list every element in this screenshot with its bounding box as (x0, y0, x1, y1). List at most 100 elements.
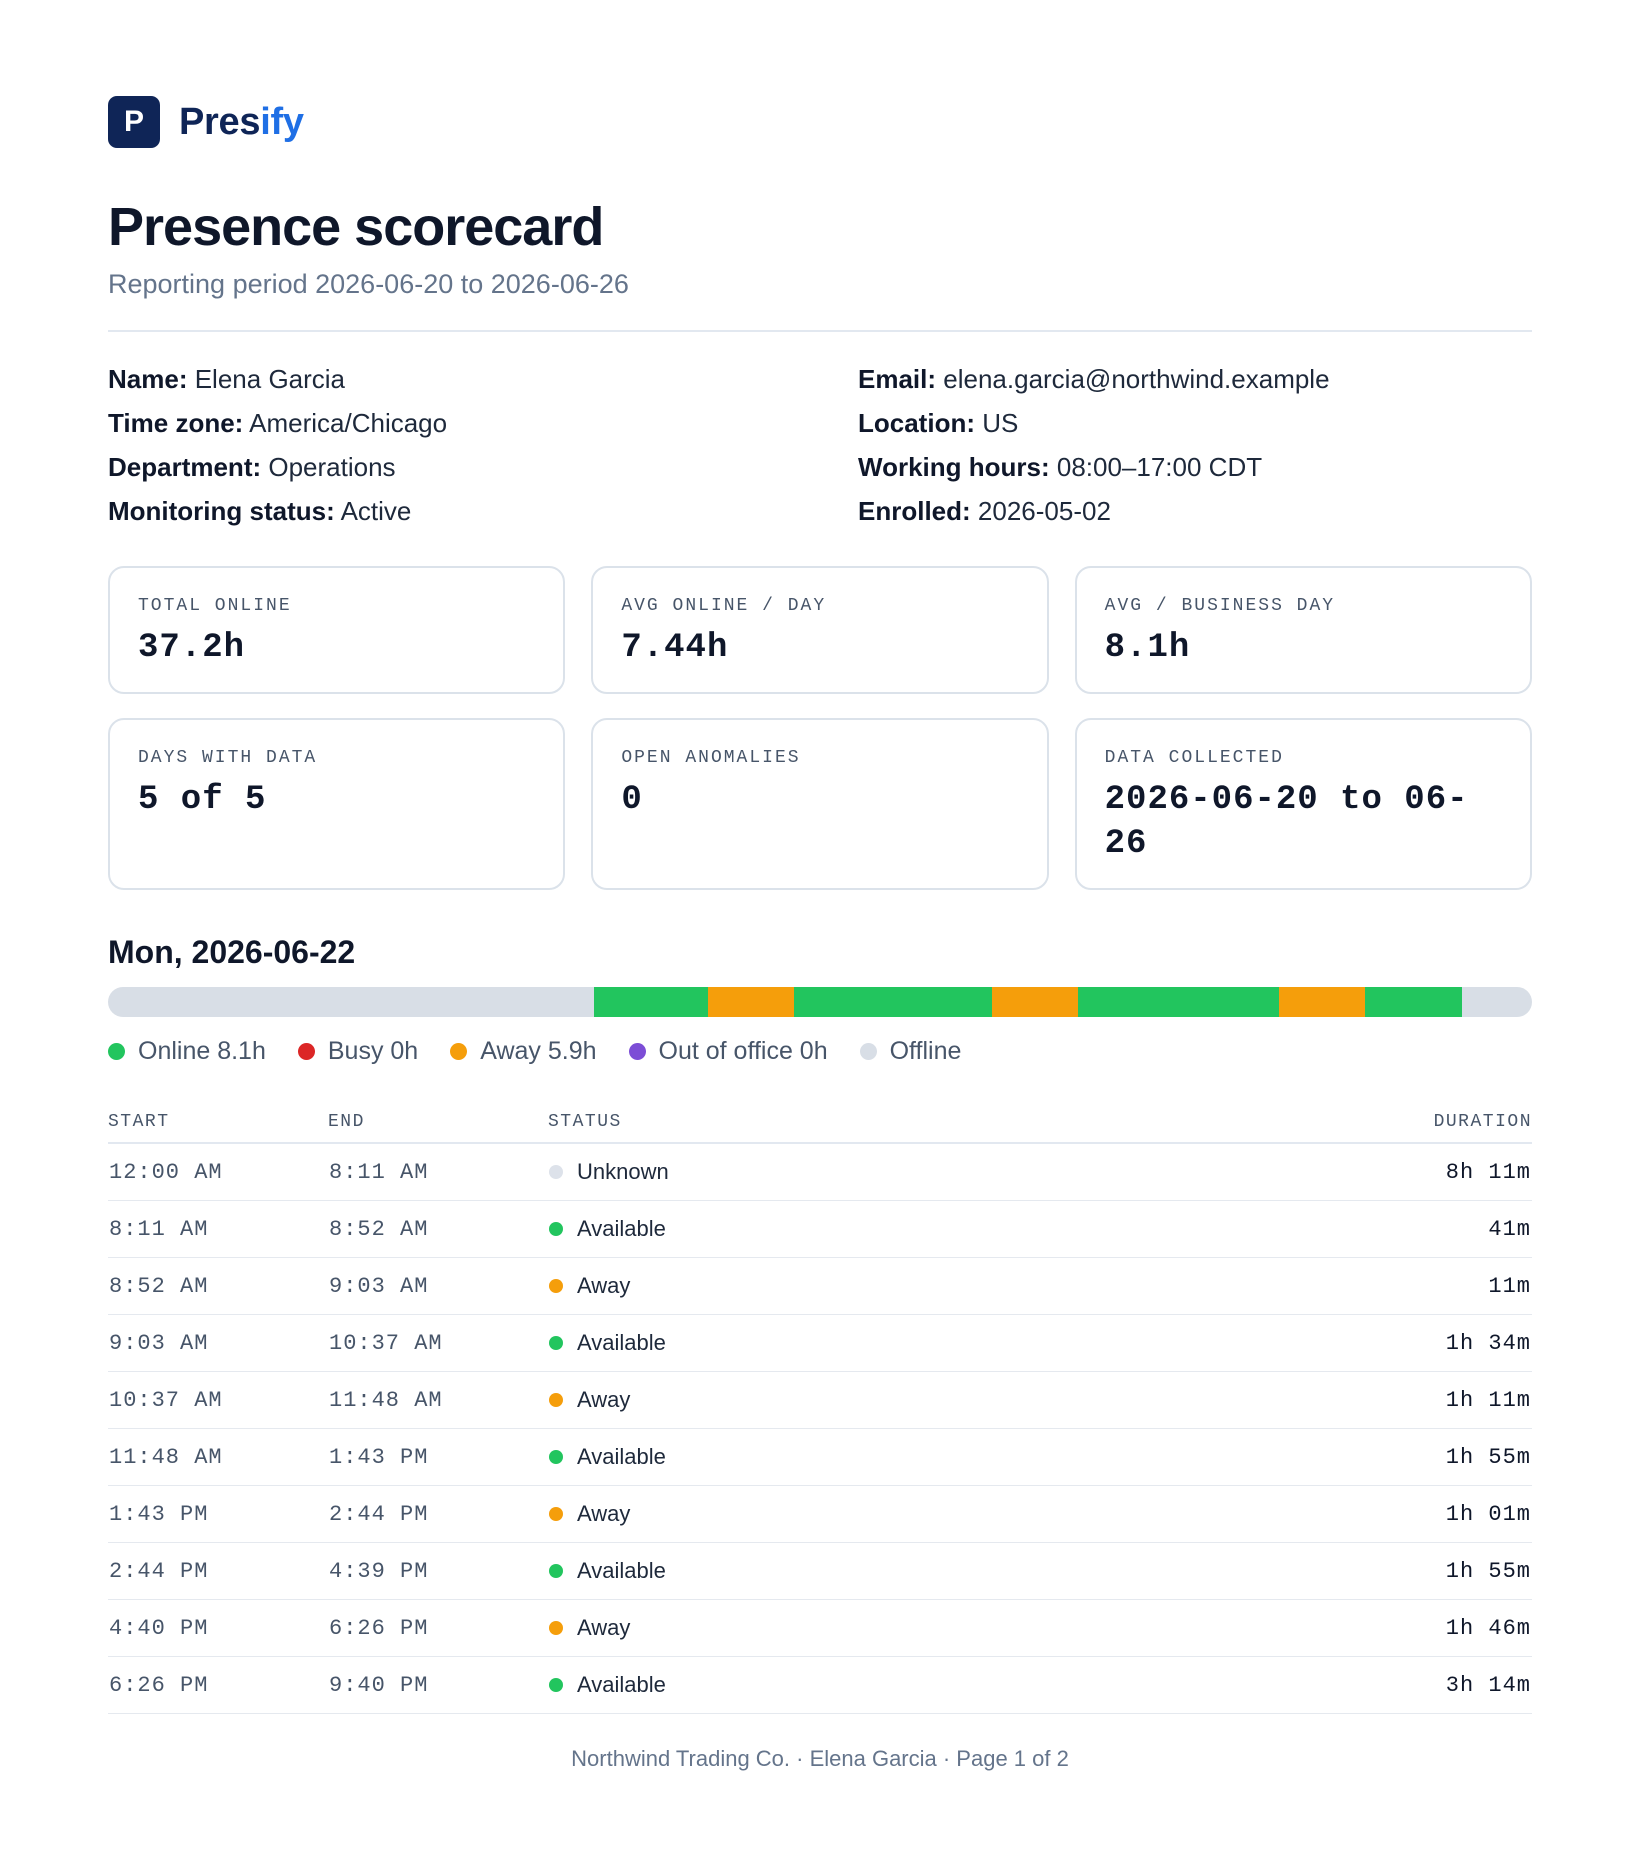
cell-end: 10:37 AM (328, 1314, 548, 1373)
legend-item: Offline (859, 1037, 961, 1066)
info-value: US (982, 408, 1019, 439)
cell-end: 4:39 PM (328, 1542, 548, 1601)
metric-card-data-collected: DATA COLLECTED 2026-06-20 to 06-26 (1074, 718, 1532, 891)
metric-value: 2026-06-20 to 06-26 (1104, 781, 1469, 864)
cell-duration: 1h 55m (1332, 1542, 1532, 1601)
legend-dot-icon (108, 1043, 125, 1061)
table-row: 9:03 AM 10:37 AM Available 1h 34m (108, 1314, 1532, 1373)
status-label: Away (577, 1501, 631, 1527)
table-body: 12:00 AM 8:11 AM Unknown 8h 11m 8:11 AM 8:52 … (108, 1143, 1532, 1715)
info-value: 2026-05-02 (977, 496, 1111, 527)
metric-value: 7.44h (621, 629, 729, 668)
timeline-segment-available (593, 987, 709, 1018)
status-label: Unknown (577, 1159, 669, 1185)
table-row: 12:00 AM 8:11 AM Unknown 8h 11m (108, 1143, 1532, 1202)
cell-duration: 1h 11m (1332, 1371, 1532, 1430)
timeline-legend: Online 8.1h Busy 0h Away 5.9h Out of office… (108, 1037, 1532, 1066)
cell-status: Away (548, 1257, 1332, 1316)
cell-start: 2:44 PM (108, 1542, 328, 1601)
metric-cards: TOTAL ONLINE 37.2h AVG ONLINE / DAY 7.44… (108, 566, 1532, 891)
cell-end: 11:48 AM (328, 1371, 548, 1430)
info-value: America/Chicago (249, 408, 448, 439)
cell-end: 8:52 AM (328, 1200, 548, 1259)
metric-value: 5 of 5 (138, 781, 267, 820)
table-row: 1:43 PM 2:44 PM Away 1h 01m (108, 1485, 1532, 1544)
cell-status: Available (548, 1542, 1332, 1601)
cell-status: Available (548, 1200, 1332, 1259)
cell-start: 4:40 PM (108, 1599, 328, 1658)
info-label: Working hours: (858, 452, 1050, 483)
metric-value: 8.1h (1104, 629, 1191, 668)
timeline-segment-away (708, 987, 795, 1018)
status-dot-icon (549, 1563, 563, 1578)
legend-dot-icon (859, 1043, 877, 1061)
info-label: Email: (858, 364, 937, 395)
legend-label: Online 8.1h (138, 1037, 266, 1066)
cell-status: Away (548, 1371, 1332, 1430)
cell-duration: 41m (1332, 1200, 1532, 1259)
info-name: Name: Elena Garcia (108, 362, 858, 396)
metric-card-avg-business-day: AVG / BUSINESS DAY 8.1h (1074, 566, 1532, 695)
cell-status: Away (548, 1485, 1332, 1544)
info-value: elena.garcia@northwind.example (943, 364, 1330, 395)
page-footer: Northwind Trading Co. · Elena Garcia · P… (571, 1746, 1069, 1771)
info-label: Location: (858, 408, 975, 439)
status-dot-icon (549, 1164, 563, 1179)
table-row: 6:26 PM 9:40 PM Available 3h 14m (108, 1656, 1532, 1715)
table-row: 8:11 AM 8:52 AM Available 41m (108, 1200, 1532, 1259)
cell-end: 2:44 PM (328, 1485, 548, 1544)
info-timezone: Time zone: America/Chicago (108, 406, 858, 440)
status-label: Available (577, 1558, 666, 1584)
cell-start: 8:11 AM (108, 1200, 328, 1259)
cell-duration: 1h 55m (1332, 1428, 1532, 1487)
status-dot-icon (549, 1221, 563, 1236)
status-label: Available (577, 1672, 666, 1698)
metric-card-days-with-data: DAYS WITH DATA 5 of 5 (108, 718, 566, 891)
legend-item: Online 8.1h (108, 1037, 266, 1066)
info-value: Operations (268, 452, 396, 483)
legend-label: Out of office 0h (658, 1037, 828, 1066)
timeline-segment-available (1364, 987, 1462, 1018)
cell-start: 10:37 AM (108, 1371, 328, 1430)
status-dot-icon (549, 1335, 563, 1350)
column-header-status: STATUS (548, 1112, 1332, 1145)
info-label: Department: (108, 452, 262, 483)
status-label: Available (577, 1444, 666, 1470)
legend-dot-icon (297, 1043, 315, 1061)
info-label: Name: (108, 364, 188, 395)
cell-duration: 1h 34m (1332, 1314, 1532, 1373)
brand-name: Presify (179, 101, 304, 144)
cell-status: Available (548, 1314, 1332, 1373)
brand-name-start: Pres (179, 100, 261, 143)
info-enrolled: Enrolled: 2026-05-02 (858, 494, 1532, 528)
legend-item: Busy 0h (297, 1037, 418, 1066)
scorecard-page: P Presify Presence scorecard Reporting p… (0, 0, 1640, 1872)
timeline-segment-available (794, 987, 993, 1018)
cell-start: 6:26 PM (108, 1656, 328, 1715)
legend-item: Away 5.9h (450, 1037, 597, 1066)
metric-label: TOTAL ONLINE (138, 596, 292, 617)
status-dot-icon (549, 1449, 563, 1464)
brand-logo-icon: P (108, 96, 160, 148)
table-row: 4:40 PM 6:26 PM Away 1h 46m (108, 1599, 1532, 1658)
cell-end: 8:11 AM (328, 1143, 548, 1202)
status-label: Away (577, 1615, 631, 1641)
legend-label: Away 5.9h (480, 1037, 597, 1066)
table-header-row: START END STATUS DURATION (108, 1112, 1532, 1145)
timeline-segment-away (1278, 987, 1365, 1018)
cell-duration: 11m (1332, 1257, 1532, 1316)
column-header-start: START (108, 1112, 328, 1145)
cell-start: 1:43 PM (108, 1485, 328, 1544)
info-label: Time zone: (108, 408, 244, 439)
legend-dot-icon (450, 1043, 468, 1061)
metric-card-total-online: TOTAL ONLINE 37.2h (108, 566, 566, 695)
metric-label: DATA COLLECTED (1104, 748, 1284, 769)
info-working-hours: Working hours: 08:00–17:00 CDT (858, 450, 1532, 484)
cell-duration: 1h 01m (1332, 1485, 1532, 1544)
info-label: Enrolled: (858, 496, 971, 527)
cell-end: 1:43 PM (328, 1428, 548, 1487)
status-dot-icon (549, 1677, 563, 1692)
cell-duration: 3h 14m (1332, 1656, 1532, 1715)
metric-value: 37.2h (138, 629, 246, 668)
column-header-end: END (328, 1112, 548, 1145)
